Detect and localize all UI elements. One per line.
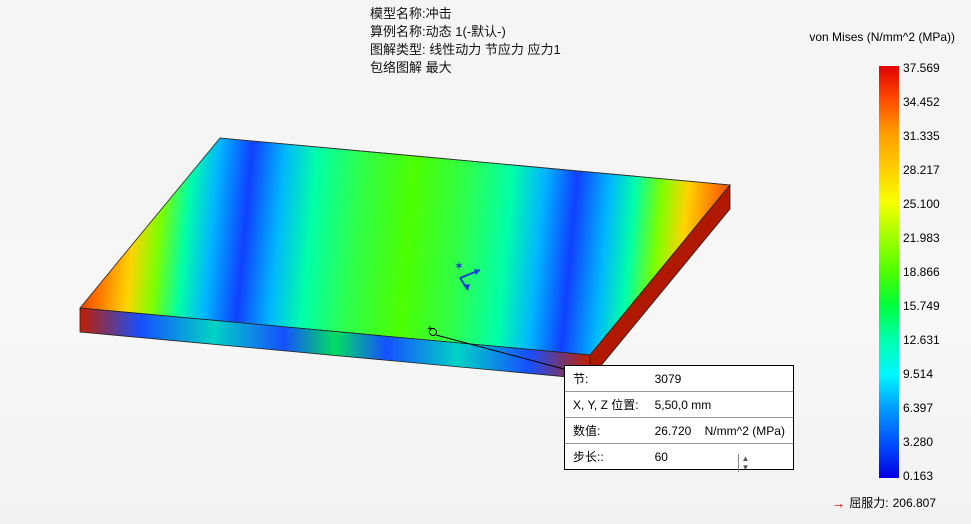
probe-point-marker[interactable]	[429, 328, 437, 336]
legend-tick: 25.100	[903, 198, 951, 210]
legend-tick: 3.280	[903, 436, 951, 448]
legend-tick: 31.335	[903, 130, 951, 142]
yield-value: 206.807	[893, 496, 936, 510]
chevron-down-icon[interactable]: ▼	[742, 463, 750, 472]
legend-tick: 21.983	[903, 232, 951, 244]
origin-triad-icon: ✶	[446, 256, 486, 292]
yield-label: 屈服力:	[849, 494, 888, 511]
legend-tick: 37.569	[903, 62, 951, 74]
callout-spinner[interactable]: ▲ ▼	[738, 454, 752, 472]
chevron-up-icon[interactable]: ▲	[742, 454, 750, 463]
legend-title: von Mises (N/mm^2 (MPa))	[809, 30, 955, 44]
color-legend-bar[interactable]	[879, 66, 899, 478]
arrow-right-icon: →	[831, 495, 845, 511]
legend-tick: 0.163	[903, 470, 951, 482]
probe-xyz-value: 5,50,0 mm	[647, 392, 793, 418]
probe-value-label: 数值:	[565, 418, 647, 444]
probe-step-value: 60	[647, 444, 793, 470]
legend-tick: 28.217	[903, 164, 951, 176]
probe-step-label: 步长::	[565, 444, 647, 470]
probe-node-value: 3079	[647, 366, 793, 392]
probe-xyz-label: X, Y, Z 位置:	[565, 392, 647, 418]
svg-text:✶: ✶	[454, 259, 464, 273]
yield-strength-row: → 屈服力: 206.807	[831, 494, 936, 511]
legend-tick-labels: 37.569 34.452 31.335 28.217 25.100 21.98…	[903, 62, 951, 482]
legend-tick: 34.452	[903, 96, 951, 108]
legend-tick: 15.749	[903, 300, 951, 312]
graphics-viewport[interactable]: ✶ 节: 3079 X, Y, Z 位置: 5,50,0 mm 数值: 26.7…	[0, 0, 790, 524]
legend-tick: 12.631	[903, 334, 951, 346]
probe-value: 26.720 N/mm^2 (MPa)	[647, 418, 793, 444]
legend-tick: 18.866	[903, 266, 951, 278]
probe-callout-box[interactable]: 节: 3079 X, Y, Z 位置: 5,50,0 mm 数值: 26.720…	[564, 365, 794, 470]
legend-tick: 6.397	[903, 402, 951, 414]
legend-tick: 9.514	[903, 368, 951, 380]
probe-node-label: 节:	[565, 366, 647, 392]
